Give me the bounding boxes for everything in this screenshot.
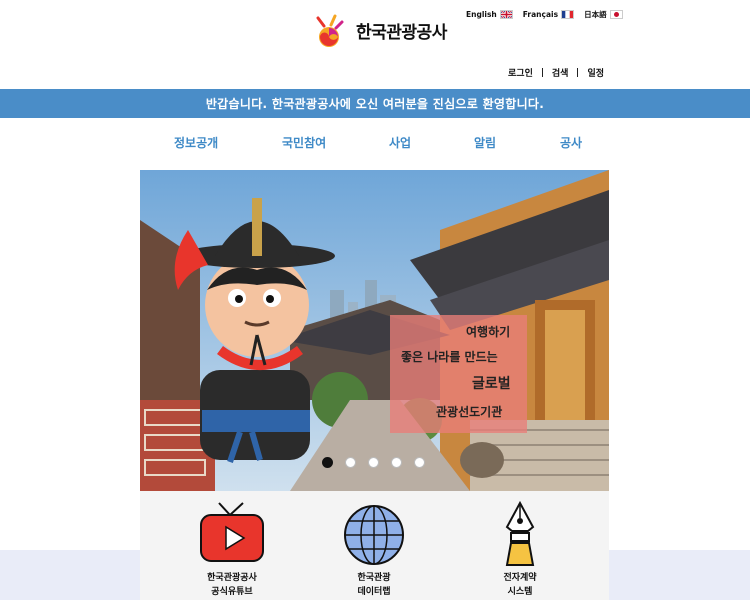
label-line-1: 한국관광 [357, 573, 391, 583]
label-line-2: 공식유튜브 [211, 587, 253, 597]
hanok-village-image [140, 170, 609, 491]
divider [541, 68, 543, 77]
france-flag-icon [561, 10, 575, 19]
slide-dot-5[interactable] [414, 457, 425, 468]
lang-label: 日本語 [584, 10, 607, 19]
login-link[interactable]: 로그인 [508, 66, 533, 79]
service-e-contract[interactable]: 전자계약 시스템 [460, 491, 580, 599]
lang-label: Français [522, 10, 559, 19]
services-panel: 한국관광공사 공식유튜브 한국관광 데이터랩 전자계약 시스템 [140, 491, 609, 600]
label-line-2: 데이터랩 [357, 587, 391, 597]
hero-caption-box: 여행하기 좋은 나라를 만드는 글로벌 관광선도기관 [390, 315, 527, 433]
welcome-banner: 반갑습니다. 한국관광공사에 오신 여러분을 진심으로 환영합니다. [0, 89, 750, 118]
utility-nav: 로그인 검색 일정 [508, 66, 604, 79]
hero-line-1: 여행하기 [466, 325, 511, 339]
service-datalab[interactable]: 한국관광 데이터랩 [314, 491, 434, 599]
service-e-contract-label: 전자계약 시스템 [460, 571, 580, 599]
hero-slider: 여행하기 좋은 나라를 만드는 글로벌 관광선도기관 [140, 170, 609, 491]
fountain-pen-icon [485, 497, 555, 567]
nav-corporation[interactable]: 공사 [560, 134, 582, 151]
lang-japanese[interactable]: 日本語 [584, 9, 623, 20]
label-line-1: 한국관광공사 [207, 573, 257, 583]
label-line-2: 시스템 [507, 587, 533, 597]
japan-flag-icon [609, 10, 623, 19]
service-datalab-label: 한국관광 데이터랩 [314, 571, 434, 599]
nav-notices[interactable]: 알림 [474, 134, 496, 151]
slide-indicators [322, 457, 425, 468]
nav-business[interactable]: 사업 [389, 134, 411, 151]
slide-dot-3[interactable] [368, 457, 379, 468]
service-youtube[interactable]: 한국관광공사 공식유튜브 [172, 491, 292, 599]
welcome-text: 반갑습니다. 한국관광공사에 오신 여러분을 진심으로 환영합니다. [205, 97, 545, 111]
nav-public-participation[interactable]: 국민참여 [282, 134, 326, 151]
youtube-tv-icon [197, 497, 267, 567]
lang-label: English [466, 10, 497, 19]
globe-icon [339, 497, 409, 567]
slide-dot-2[interactable] [345, 457, 356, 468]
taegeuk-logo-icon [314, 10, 348, 50]
slide-dot-4[interactable] [391, 457, 402, 468]
main-nav: 정보공개 국민참여 사업 알림 공사 [140, 134, 610, 154]
hero-line-3: 글로벌 [472, 376, 511, 392]
language-bar: English Français 日本語 [466, 9, 623, 20]
nav-info-disclosure[interactable]: 정보공개 [174, 134, 218, 151]
lang-french[interactable]: Français [522, 10, 575, 19]
slide-dot-1[interactable] [322, 457, 333, 468]
service-youtube-label: 한국관광공사 공식유튜브 [172, 571, 292, 599]
uk-flag-icon [499, 10, 513, 19]
label-line-1: 전자계약 [503, 573, 537, 583]
logo-text: 한국관광공사 [356, 22, 447, 43]
hero-line-2: 좋은 나라를 만드는 [401, 350, 498, 364]
hero-line-4: 관광선도기관 [436, 405, 503, 419]
site-logo[interactable]: 한국관광공사 [314, 10, 447, 50]
schedule-link[interactable]: 일정 [587, 66, 604, 79]
divider [577, 68, 579, 77]
lang-english[interactable]: English [466, 10, 513, 19]
search-link[interactable]: 검색 [552, 66, 569, 79]
